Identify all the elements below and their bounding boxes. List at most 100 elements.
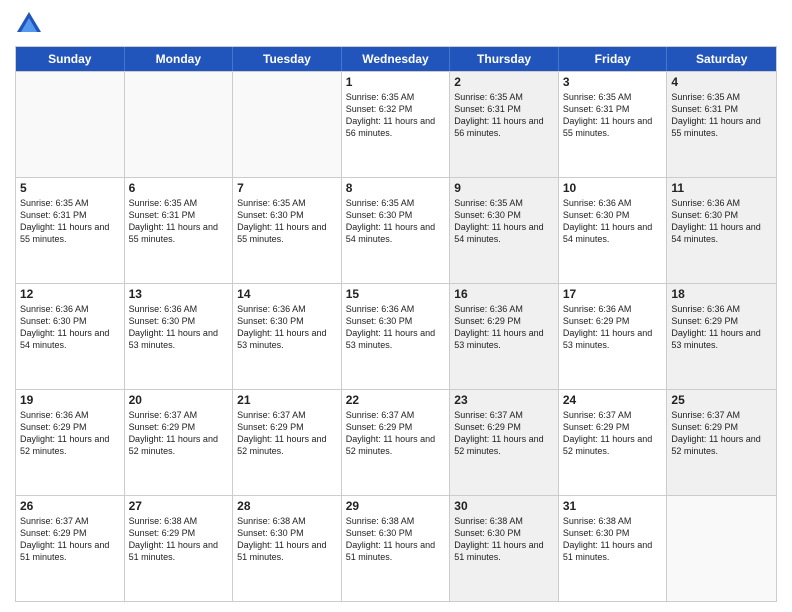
cell-info: Sunrise: 6:38 AMSunset: 6:30 PMDaylight:… bbox=[454, 515, 554, 564]
day-number: 29 bbox=[346, 499, 446, 513]
day-number: 10 bbox=[563, 181, 663, 195]
header-day-wednesday: Wednesday bbox=[342, 47, 451, 71]
day-number: 21 bbox=[237, 393, 337, 407]
cell-info: Sunrise: 6:38 AMSunset: 6:29 PMDaylight:… bbox=[129, 515, 229, 564]
calendar-cell: 8 Sunrise: 6:35 AMSunset: 6:30 PMDaylight… bbox=[342, 178, 451, 283]
calendar-cell: 24Sunrise: 6:37 AMSunset: 6:29 PMDayligh… bbox=[559, 390, 668, 495]
day-number: 20 bbox=[129, 393, 229, 407]
day-number: 26 bbox=[20, 499, 120, 513]
calendar-cell: 27 Sunrise: 6:38 AMSunset: 6:29 PMDayligh… bbox=[125, 496, 234, 601]
cell-info: Sunrise: 6:36 AMSunset: 6:30 PMDaylight:… bbox=[671, 197, 772, 246]
header-day-monday: Monday bbox=[125, 47, 234, 71]
cell-info: Sunrise: 6:35 AMSunset: 6:31 PMDaylight:… bbox=[129, 197, 229, 246]
day-number: 6 bbox=[129, 181, 229, 195]
header-day-saturday: Saturday bbox=[667, 47, 776, 71]
calendar-week-2: 5 Sunrise: 6:35 AMSunset: 6:31 PMDaylight… bbox=[16, 177, 776, 283]
day-number: 27 bbox=[129, 499, 229, 513]
day-number: 18 bbox=[671, 287, 772, 301]
calendar-cell: 20 Sunrise: 6:37 AMSunset: 6:29 PMDayligh… bbox=[125, 390, 234, 495]
day-number: 22 bbox=[346, 393, 446, 407]
cell-info: Sunrise: 6:36 AMSunset: 6:30 PMDaylight:… bbox=[20, 303, 120, 352]
calendar-body: 1Sunrise: 6:35 AMSunset: 6:32 PMDaylight… bbox=[16, 71, 776, 601]
calendar-cell bbox=[667, 496, 776, 601]
day-number: 19 bbox=[20, 393, 120, 407]
cell-info: Sunrise: 6:37 AMSunset: 6:29 PMDaylight:… bbox=[563, 409, 663, 458]
calendar-cell: 14 Sunrise: 6:36 AMSunset: 6:30 PMDayligh… bbox=[233, 284, 342, 389]
header-day-friday: Friday bbox=[559, 47, 668, 71]
cell-info: Sunrise: 6:36 AMSunset: 6:29 PMDaylight:… bbox=[454, 303, 554, 352]
day-number: 16 bbox=[454, 287, 554, 301]
day-number: 11 bbox=[671, 181, 772, 195]
header-day-sunday: Sunday bbox=[16, 47, 125, 71]
calendar-cell: 18 Sunrise: 6:36 AMSunset: 6:29 PMDayligh… bbox=[667, 284, 776, 389]
calendar: SundayMondayTuesdayWednesdayThursdayFrid… bbox=[15, 46, 777, 602]
day-number: 23 bbox=[454, 393, 554, 407]
cell-info: Sunrise: 6:35 AMSunset: 6:30 PMDaylight:… bbox=[346, 197, 446, 246]
page: SundayMondayTuesdayWednesdayThursdayFrid… bbox=[0, 0, 792, 612]
day-number: 13 bbox=[129, 287, 229, 301]
calendar-header-row: SundayMondayTuesdayWednesdayThursdayFrid… bbox=[16, 47, 776, 71]
calendar-cell: 13 Sunrise: 6:36 AMSunset: 6:30 PMDayligh… bbox=[125, 284, 234, 389]
calendar-cell: 16 Sunrise: 6:36 AMSunset: 6:29 PMDayligh… bbox=[450, 284, 559, 389]
cell-info: Sunrise: 6:36 AMSunset: 6:30 PMDaylight:… bbox=[129, 303, 229, 352]
calendar-cell: 17 Sunrise: 6:36 AMSunset: 6:29 PMDayligh… bbox=[559, 284, 668, 389]
calendar-cell: 26 Sunrise: 6:37 AMSunset: 6:29 PMDayligh… bbox=[16, 496, 125, 601]
day-number: 9 bbox=[454, 181, 554, 195]
calendar-cell: 12 Sunrise: 6:36 AMSunset: 6:30 PMDayligh… bbox=[16, 284, 125, 389]
cell-info: Sunrise: 6:36 AMSunset: 6:30 PMDaylight:… bbox=[563, 197, 663, 246]
cell-info: Sunrise: 6:38 AMSunset: 6:30 PMDaylight:… bbox=[237, 515, 337, 564]
day-number: 15 bbox=[346, 287, 446, 301]
cell-info: Sunrise: 6:36 AMSunset: 6:29 PMDaylight:… bbox=[20, 409, 120, 458]
calendar-cell: 5 Sunrise: 6:35 AMSunset: 6:31 PMDaylight… bbox=[16, 178, 125, 283]
calendar-cell: 22Sunrise: 6:37 AMSunset: 6:29 PMDayligh… bbox=[342, 390, 451, 495]
cell-info: Sunrise: 6:35 AMSunset: 6:31 PMDaylight:… bbox=[563, 91, 663, 140]
cell-info: Sunrise: 6:35 AMSunset: 6:31 PMDaylight:… bbox=[454, 91, 554, 140]
calendar-cell: 4 Sunrise: 6:35 AMSunset: 6:31 PMDaylight… bbox=[667, 72, 776, 177]
calendar-cell: 7Sunrise: 6:35 AMSunset: 6:30 PMDaylight… bbox=[233, 178, 342, 283]
calendar-cell: 30 Sunrise: 6:38 AMSunset: 6:30 PMDayligh… bbox=[450, 496, 559, 601]
day-number: 28 bbox=[237, 499, 337, 513]
calendar-cell: 31 Sunrise: 6:38 AMSunset: 6:30 PMDayligh… bbox=[559, 496, 668, 601]
cell-info: Sunrise: 6:37 AMSunset: 6:29 PMDaylight:… bbox=[671, 409, 772, 458]
day-number: 7 bbox=[237, 181, 337, 195]
calendar-cell: 29Sunrise: 6:38 AMSunset: 6:30 PMDayligh… bbox=[342, 496, 451, 601]
calendar-cell: 23 Sunrise: 6:37 AMSunset: 6:29 PMDayligh… bbox=[450, 390, 559, 495]
calendar-cell: 25Sunrise: 6:37 AMSunset: 6:29 PMDayligh… bbox=[667, 390, 776, 495]
day-number: 30 bbox=[454, 499, 554, 513]
cell-info: Sunrise: 6:37 AMSunset: 6:29 PMDaylight:… bbox=[129, 409, 229, 458]
day-number: 4 bbox=[671, 75, 772, 89]
calendar-cell: 11 Sunrise: 6:36 AMSunset: 6:30 PMDayligh… bbox=[667, 178, 776, 283]
cell-info: Sunrise: 6:37 AMSunset: 6:29 PMDaylight:… bbox=[454, 409, 554, 458]
cell-info: Sunrise: 6:37 AMSunset: 6:29 PMDaylight:… bbox=[20, 515, 120, 564]
calendar-cell: 2 Sunrise: 6:35 AMSunset: 6:31 PMDaylight… bbox=[450, 72, 559, 177]
day-number: 8 bbox=[346, 181, 446, 195]
calendar-cell: 28 Sunrise: 6:38 AMSunset: 6:30 PMDayligh… bbox=[233, 496, 342, 601]
day-number: 17 bbox=[563, 287, 663, 301]
cell-info: Sunrise: 6:36 AMSunset: 6:29 PMDaylight:… bbox=[563, 303, 663, 352]
calendar-cell bbox=[125, 72, 234, 177]
header-day-tuesday: Tuesday bbox=[233, 47, 342, 71]
calendar-week-1: 1Sunrise: 6:35 AMSunset: 6:32 PMDaylight… bbox=[16, 71, 776, 177]
cell-info: Sunrise: 6:36 AMSunset: 6:30 PMDaylight:… bbox=[237, 303, 337, 352]
cell-info: Sunrise: 6:35 AMSunset: 6:30 PMDaylight:… bbox=[454, 197, 554, 246]
calendar-cell: 1Sunrise: 6:35 AMSunset: 6:32 PMDaylight… bbox=[342, 72, 451, 177]
logo-icon bbox=[15, 10, 43, 38]
day-number: 2 bbox=[454, 75, 554, 89]
cell-info: Sunrise: 6:35 AMSunset: 6:31 PMDaylight:… bbox=[20, 197, 120, 246]
logo bbox=[15, 10, 47, 38]
calendar-cell: 21Sunrise: 6:37 AMSunset: 6:29 PMDayligh… bbox=[233, 390, 342, 495]
day-number: 5 bbox=[20, 181, 120, 195]
cell-info: Sunrise: 6:36 AMSunset: 6:29 PMDaylight:… bbox=[671, 303, 772, 352]
cell-info: Sunrise: 6:36 AMSunset: 6:30 PMDaylight:… bbox=[346, 303, 446, 352]
day-number: 14 bbox=[237, 287, 337, 301]
cell-info: Sunrise: 6:38 AMSunset: 6:30 PMDaylight:… bbox=[563, 515, 663, 564]
day-number: 31 bbox=[563, 499, 663, 513]
header bbox=[15, 10, 777, 38]
calendar-cell: 9 Sunrise: 6:35 AMSunset: 6:30 PMDaylight… bbox=[450, 178, 559, 283]
day-number: 1 bbox=[346, 75, 446, 89]
header-day-thursday: Thursday bbox=[450, 47, 559, 71]
calendar-week-5: 26 Sunrise: 6:37 AMSunset: 6:29 PMDayligh… bbox=[16, 495, 776, 601]
day-number: 12 bbox=[20, 287, 120, 301]
cell-info: Sunrise: 6:35 AMSunset: 6:31 PMDaylight:… bbox=[671, 91, 772, 140]
calendar-cell: 10 Sunrise: 6:36 AMSunset: 6:30 PMDayligh… bbox=[559, 178, 668, 283]
